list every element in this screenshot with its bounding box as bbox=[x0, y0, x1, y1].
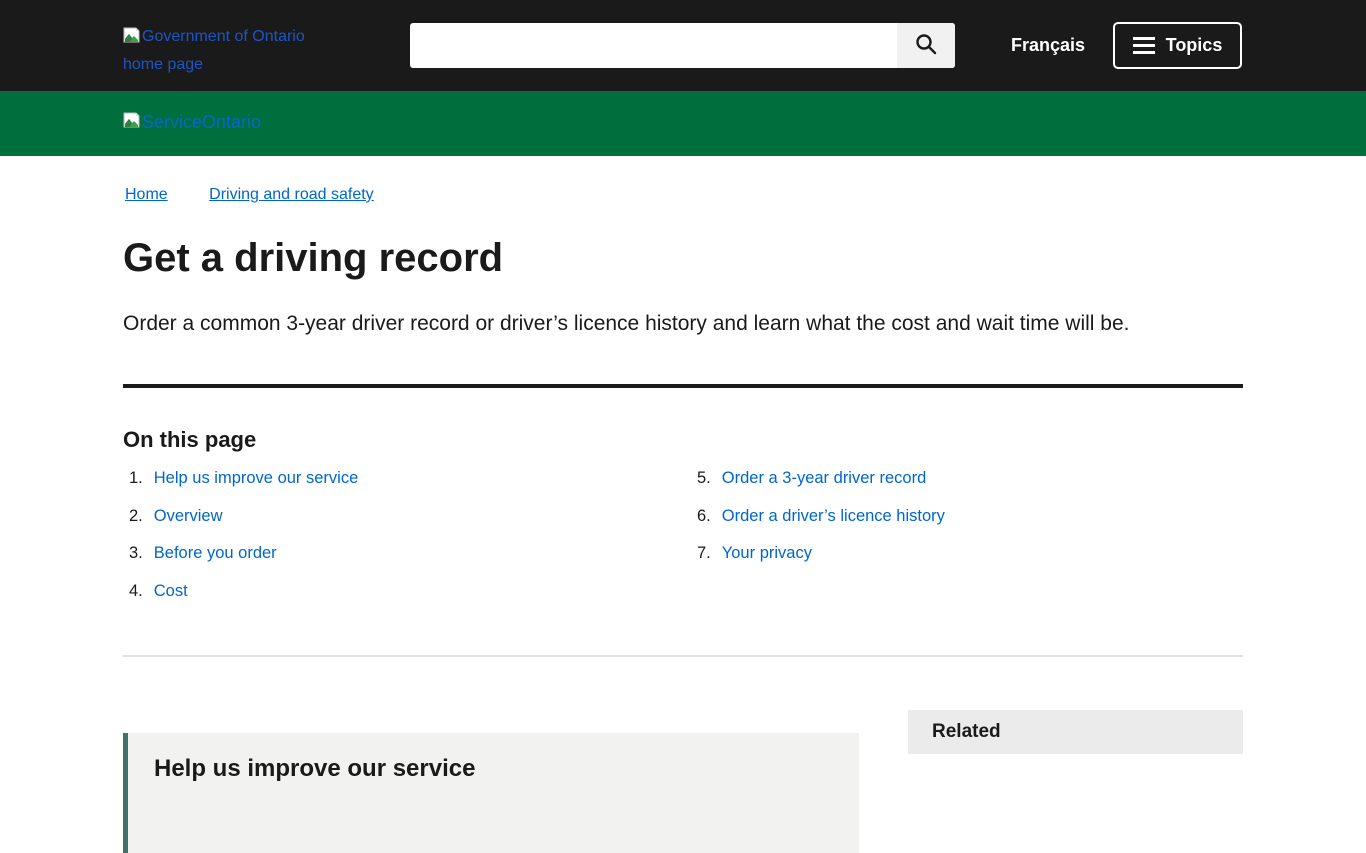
list-number: 5. bbox=[697, 470, 711, 488]
search-icon bbox=[913, 31, 939, 60]
related-heading: Related bbox=[932, 721, 1001, 743]
title-divider bbox=[123, 384, 1243, 388]
list-item: 7. Your privacy bbox=[697, 545, 945, 563]
serviceontario-home-link[interactable]: ServiceOntario bbox=[123, 112, 261, 133]
list-number: 7. bbox=[697, 545, 711, 563]
toc-link-before-you-order[interactable]: Before you order bbox=[154, 545, 277, 563]
topics-button-label: Topics bbox=[1166, 35, 1223, 56]
list-number: 4. bbox=[129, 583, 143, 601]
search-input[interactable] bbox=[410, 23, 897, 68]
breadcrumb: Home Driving and road safety bbox=[125, 186, 374, 204]
ontario-home-link[interactable]: Government of Ontario home page bbox=[123, 24, 313, 78]
toc-link-order-licence-history[interactable]: Order a driver’s licence history bbox=[722, 508, 945, 526]
site-header: Government of Ontario home page Français… bbox=[0, 0, 1366, 91]
page-title: Get a driving record bbox=[123, 236, 503, 281]
hamburger-icon bbox=[1133, 37, 1155, 54]
section-divider bbox=[123, 655, 1243, 657]
list-number: 1. bbox=[129, 470, 143, 488]
toc-link-order-3-year-record[interactable]: Order a 3-year driver record bbox=[722, 470, 927, 488]
broken-image-icon bbox=[123, 112, 140, 133]
breadcrumb-home-link[interactable]: Home bbox=[125, 186, 168, 203]
list-item: 5. Order a 3-year driver record bbox=[697, 470, 945, 488]
search-bar bbox=[410, 23, 955, 68]
toc-link-help-us-improve[interactable]: Help us improve our service bbox=[154, 470, 359, 488]
list-item: 2. Overview bbox=[129, 508, 358, 526]
on-this-page-list-left: 1. Help us improve our service 2. Overvi… bbox=[129, 470, 358, 620]
related-sidebar-header: Related bbox=[908, 710, 1243, 754]
ontario-home-link-label: Government of Ontario home page bbox=[123, 28, 305, 73]
list-number: 6. bbox=[697, 508, 711, 526]
broken-image-icon bbox=[123, 26, 140, 52]
breadcrumb-driving-link[interactable]: Driving and road safety bbox=[209, 186, 374, 203]
toc-link-cost[interactable]: Cost bbox=[154, 583, 188, 601]
help-us-improve-callout: Help us improve our service bbox=[123, 733, 859, 853]
page-lead: Order a common 3-year driver record or d… bbox=[123, 312, 1253, 336]
serviceontario-band: ServiceOntario bbox=[0, 91, 1366, 156]
on-this-page-list-right: 5. Order a 3-year driver record 6. Order… bbox=[697, 470, 945, 583]
list-item: 4. Cost bbox=[129, 583, 358, 601]
list-item: 6. Order a driver’s licence history bbox=[697, 508, 945, 526]
toc-link-your-privacy[interactable]: Your privacy bbox=[722, 545, 812, 563]
callout-heading: Help us improve our service bbox=[154, 755, 859, 783]
on-this-page-heading: On this page bbox=[123, 427, 256, 453]
list-number: 3. bbox=[129, 545, 143, 563]
toc-link-overview[interactable]: Overview bbox=[154, 508, 223, 526]
search-button[interactable] bbox=[897, 23, 955, 68]
serviceontario-link-label: ServiceOntario bbox=[142, 112, 261, 133]
list-item: 3. Before you order bbox=[129, 545, 358, 563]
language-toggle-link[interactable]: Français bbox=[1011, 0, 1085, 91]
list-number: 2. bbox=[129, 508, 143, 526]
list-item: 1. Help us improve our service bbox=[129, 470, 358, 488]
topics-menu-button[interactable]: Topics bbox=[1113, 22, 1242, 69]
